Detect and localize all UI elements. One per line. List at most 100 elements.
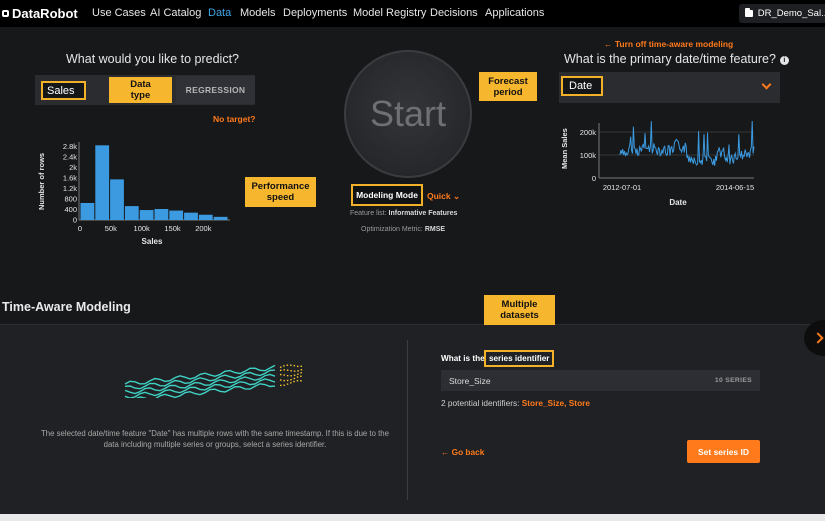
forecast-line xyxy=(279,368,303,372)
set-series-id-button[interactable]: Set series ID xyxy=(687,440,760,463)
series-line xyxy=(135,383,276,398)
forecast-line xyxy=(279,379,303,387)
turn-off-time-aware-link[interactable]: ← Turn off time-aware modeling xyxy=(604,39,733,49)
y-tick: 0 xyxy=(592,174,596,183)
target-question: What would you like to predict? xyxy=(66,52,240,66)
forecast-line xyxy=(279,375,303,382)
logo-icon xyxy=(2,10,9,17)
histogram-y-tick: 0 xyxy=(73,216,77,225)
y-tick: 100k xyxy=(580,151,597,160)
no-target-link[interactable]: No target? xyxy=(213,114,256,124)
callout-data-type: Data type xyxy=(109,77,172,103)
datetime-question-text: What is the primary date/time feature? xyxy=(564,52,776,66)
datarobot-logo[interactable]: DataRobot xyxy=(2,6,78,21)
mean-sales-xlabel: Date xyxy=(669,198,687,207)
histogram-x-tick: 100k xyxy=(134,224,151,233)
modeling-mode-label: Modeling Mode xyxy=(351,184,423,206)
nav-item-use-cases[interactable]: Use Cases xyxy=(92,7,146,19)
histogram-bar xyxy=(213,216,228,220)
panel-divider xyxy=(407,340,408,500)
chevron-down-icon: ⌄ xyxy=(453,191,461,201)
x-tick: 2014-06-15 xyxy=(716,183,754,192)
nav-item-ai-catalog[interactable]: AI Catalog xyxy=(150,7,201,19)
series-question-highlight: series identifier xyxy=(483,350,555,367)
logo-text: DataRobot xyxy=(12,6,78,21)
histogram-y-tick: 400 xyxy=(64,205,77,214)
modeling-mode-value: Quick xyxy=(427,191,451,201)
histogram-x-tick: 0 xyxy=(78,224,82,233)
mean-sales-ylabel: Mean Sales xyxy=(560,128,569,169)
histogram-bar xyxy=(198,214,213,220)
callout-performance-speed: Performance speed xyxy=(245,177,316,207)
nav-item-deployments[interactable]: Deployments xyxy=(283,7,347,19)
series-count: 10 SERIES xyxy=(714,377,752,384)
modeling-mode-dropdown[interactable]: Quick ⌄ xyxy=(427,191,460,202)
top-nav: DataRobot Use Cases AI Catalog Data Models D… xyxy=(0,0,825,27)
series-question: What is the series identifier xyxy=(441,350,555,367)
histogram-x-tick: 150k xyxy=(164,224,181,233)
histogram-y-tick: 2.4k xyxy=(63,153,77,162)
potential-prefix: 2 potential identifiers: xyxy=(441,398,520,408)
histogram-bar xyxy=(184,212,198,220)
histogram-y-tick: 2k xyxy=(69,163,77,172)
start-button[interactable]: Start xyxy=(344,50,472,178)
datetime-value[interactable]: Date xyxy=(561,76,603,96)
nav-item-data[interactable]: Data xyxy=(208,7,231,19)
series-line xyxy=(124,364,276,385)
histogram-y-tick: 1.6k xyxy=(63,174,77,183)
histogram-bar xyxy=(110,179,124,220)
target-value[interactable]: Sales xyxy=(41,81,86,100)
feature-list[interactable]: Feature list: Informative Features xyxy=(350,210,457,217)
series-identifier-value: Store_Size xyxy=(449,375,491,386)
project-name: DR_Demo_Sal... xyxy=(757,8,825,19)
histogram-x-tick: 200k xyxy=(195,224,212,233)
project-switcher[interactable]: DR_Demo_Sal... xyxy=(739,4,825,23)
histogram-bar xyxy=(124,206,139,220)
histogram-x-tick: 50k xyxy=(105,224,117,233)
time-aware-title: Time-Aware Modeling xyxy=(2,300,131,314)
series-identifier-select[interactable]: Store_Size 10 SERIES xyxy=(441,370,760,391)
arrow-left-icon: ← xyxy=(604,39,615,49)
series-question-prefix: What is the xyxy=(441,354,485,363)
feature-list-value: Informative Features xyxy=(388,210,458,217)
potential-identifiers: 2 potential identifiers: Store_Size, Sto… xyxy=(441,398,590,408)
histogram-bar xyxy=(154,208,169,220)
sales-histogram: Number of rows 2.8k 2.4k2k 1.6k1.2k 800400 0… xyxy=(37,142,230,246)
histogram-xlabel: Sales xyxy=(142,237,163,246)
histogram-bar xyxy=(95,145,110,220)
multi-series-illustration xyxy=(124,364,303,398)
histogram-bar xyxy=(80,202,95,220)
feature-list-label: Feature list: xyxy=(350,210,387,217)
mean-sales-chart: Mean Sales 200k 100k 0 2012-07-01 2014-0… xyxy=(560,120,755,207)
nav-item-models[interactable]: Models xyxy=(240,7,275,19)
nav-item-model-registry[interactable]: Model Registry xyxy=(353,7,426,19)
forecast-line xyxy=(279,371,303,377)
metric-value: RMSE xyxy=(424,226,446,233)
nav-item-applications[interactable]: Applications xyxy=(485,7,544,19)
time-aware-description: The selected date/time feature "Date" ha… xyxy=(41,429,389,449)
optimization-metric[interactable]: Optimization Metric: RMSE xyxy=(361,226,445,233)
potential-values[interactable]: Store_Size, Store xyxy=(522,398,590,408)
info-icon[interactable]: i xyxy=(779,56,789,65)
histogram-bar xyxy=(169,210,184,220)
histogram-bar xyxy=(139,210,154,220)
turn-off-label: Turn off time-aware modeling xyxy=(614,39,734,49)
forecast-line xyxy=(279,364,303,369)
go-back-link[interactable]: ← Go back xyxy=(441,447,484,457)
mean-sales-series xyxy=(619,120,755,166)
regression-badge: REGRESSION xyxy=(176,76,255,104)
y-tick: 200k xyxy=(580,128,597,137)
histogram-y-tick: 2.8k xyxy=(63,142,77,151)
nav-item-decisions[interactable]: Decisions xyxy=(430,7,478,19)
metric-label: Optimization Metric: xyxy=(361,226,423,233)
x-tick: 2012-07-01 xyxy=(603,183,641,192)
app-window: DataRobot Use Cases AI Catalog Data Models D… xyxy=(0,0,825,515)
datetime-question: What is the primary date/time feature? i xyxy=(564,52,789,66)
histogram-ylabel: Number of rows xyxy=(37,153,46,210)
callout-multiple-datasets: Multiple datasets xyxy=(484,295,555,325)
go-back-label: Go back xyxy=(451,447,485,457)
histogram-y-tick: 1.2k xyxy=(63,184,77,193)
bottom-bar xyxy=(0,514,825,521)
callout-forecast-period: Forecast period xyxy=(479,72,537,101)
histogram-y-tick: 800 xyxy=(64,195,77,204)
